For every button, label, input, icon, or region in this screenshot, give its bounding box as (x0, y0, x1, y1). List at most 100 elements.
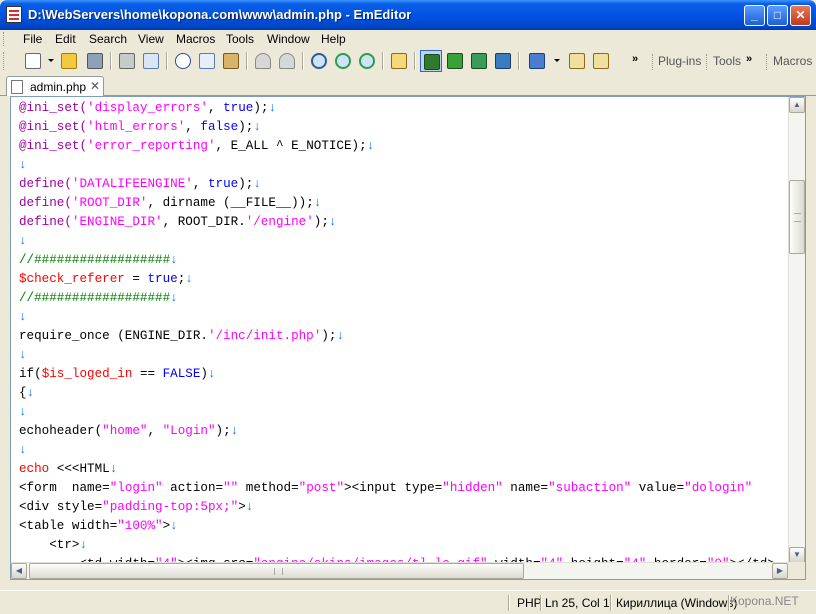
plugins-toolbar-label[interactable]: Plug-ins (658, 54, 701, 68)
browser-icon[interactable] (492, 50, 514, 72)
toolbar-separator (414, 52, 415, 70)
code-line[interactable]: @ini_set('display_errors', true);↓ (19, 99, 789, 118)
paste-icon[interactable] (220, 50, 242, 72)
code-line[interactable]: $check_referer = true;↓ (19, 270, 789, 289)
vertical-scroll-thumb[interactable] (789, 180, 805, 254)
code-token: method= (238, 481, 299, 495)
code-line[interactable]: define('ROOT_DIR', dirname (__FILE__));↓ (19, 194, 789, 213)
code-line[interactable]: //##################↓ (19, 289, 789, 308)
status-position[interactable]: Ln 25, Col 1 (545, 596, 610, 610)
save-icon[interactable] (84, 50, 106, 72)
tab-close-icon[interactable]: ✕ (90, 79, 100, 93)
code-token: ); (238, 177, 254, 191)
print-preview-icon[interactable] (140, 50, 162, 72)
show-outline-icon[interactable] (420, 50, 442, 72)
emeditor-app-icon[interactable] (6, 6, 22, 23)
code-line[interactable]: <tr>↓ (19, 536, 789, 555)
code-line[interactable]: echo <<<HTML↓ (19, 460, 789, 479)
maximize-button[interactable]: □ (767, 5, 788, 26)
vertical-scrollbar[interactable]: ▲ ▼ (788, 97, 805, 563)
tools-toolbar-label[interactable]: Tools (713, 54, 741, 68)
redo-icon[interactable] (276, 50, 298, 72)
toolbar-separator (302, 52, 303, 70)
code-line[interactable]: <table width="100%">↓ (19, 517, 789, 536)
code-line[interactable]: <td width="4"><img src="engine/skins/ima… (19, 555, 789, 562)
code-line[interactable]: ↓ (19, 346, 789, 365)
properties-icon[interactable] (566, 50, 588, 72)
line-break-marker-icon: ↓ (253, 120, 261, 134)
close-button[interactable]: ✕ (790, 5, 811, 26)
find-in-files-icon[interactable] (388, 50, 410, 72)
horizontal-scrollbar[interactable]: ◀ ▶ (11, 562, 788, 579)
code-token: <div style= (19, 500, 103, 514)
code-line[interactable]: //##################↓ (19, 251, 789, 270)
scroll-down-arrow-icon[interactable]: ▼ (789, 547, 805, 563)
code-line[interactable]: require_once (ENGINE_DIR.'/inc/init.php'… (19, 327, 789, 346)
refresh-icon[interactable] (468, 50, 490, 72)
configuration-icon[interactable] (526, 50, 548, 72)
toolbar-separator (166, 52, 167, 70)
menu-window[interactable]: Window (267, 32, 310, 46)
code-token: @ini_set( (19, 139, 88, 153)
scroll-up-arrow-icon[interactable]: ▲ (789, 97, 805, 113)
open-file-icon[interactable] (58, 50, 80, 72)
find-next-icon[interactable] (332, 50, 354, 72)
code-token: , (207, 101, 224, 115)
code-line[interactable]: @ini_set('html_errors', false);↓ (19, 118, 789, 137)
code-token: "" (223, 481, 239, 495)
tools-overflow-chevron-icon[interactable]: » (746, 53, 752, 65)
code-token: $check_referer (19, 272, 125, 286)
macros-toolbar-grip[interactable] (766, 54, 769, 70)
code-line[interactable]: define('DATALIFEENGINE', true);↓ (19, 175, 789, 194)
code-line[interactable]: ↓ (19, 441, 789, 460)
menu-macros[interactable]: Macros (176, 32, 215, 46)
code-editor[interactable]: @ini_set('display_errors', true);↓ @ini_s… (10, 96, 806, 580)
copy-icon[interactable] (196, 50, 218, 72)
code-token: "Login" (162, 424, 216, 438)
code-line[interactable]: @ini_set('error_reporting', E_ALL ^ E_NO… (19, 137, 789, 156)
cut-icon[interactable] (172, 50, 194, 72)
new-file-icon[interactable] (22, 50, 44, 72)
code-line[interactable]: ↓ (19, 232, 789, 251)
print-icon[interactable] (116, 50, 138, 72)
title-bar[interactable]: D:\WebServers\home\kopona.com\www\admin.… (0, 0, 816, 30)
customize-icon[interactable] (590, 50, 612, 72)
menu-search[interactable]: Search (89, 32, 127, 46)
toolbar-overflow-chevron-icon[interactable]: » (632, 53, 638, 65)
horizontal-scroll-thumb[interactable] (29, 563, 524, 579)
macros-toolbar-label[interactable]: Macros (773, 54, 812, 68)
menu-tools[interactable]: Tools (226, 32, 254, 46)
find-previous-icon[interactable] (356, 50, 378, 72)
menu-edit[interactable]: Edit (55, 32, 76, 46)
code-line[interactable]: ↓ (19, 156, 789, 175)
code-line[interactable]: <form name="login" action="" method="pos… (19, 479, 789, 498)
minimize-button[interactable]: _ (744, 5, 765, 26)
menu-file[interactable]: File (23, 32, 42, 46)
code-line[interactable]: if($is_loged_in == FALSE)↓ (19, 365, 789, 384)
word-wrap-icon[interactable] (444, 50, 466, 72)
menu-view[interactable]: View (138, 32, 164, 46)
scroll-right-arrow-icon[interactable]: ▶ (772, 563, 788, 579)
status-mode[interactable]: PHP (517, 596, 542, 610)
tab-admin-php[interactable]: admin.php ✕ (6, 76, 104, 96)
code-line[interactable]: define('ENGINE_DIR', ROOT_DIR.'/engine')… (19, 213, 789, 232)
scroll-left-arrow-icon[interactable]: ◀ (11, 563, 27, 579)
line-break-marker-icon: ↓ (185, 272, 193, 286)
menu-grip[interactable] (3, 32, 6, 46)
code-line[interactable]: ↓ (19, 308, 789, 327)
toolbar-grip[interactable] (3, 52, 6, 70)
code-text-area[interactable]: @ini_set('display_errors', true);↓ @ini_s… (19, 99, 789, 562)
find-icon[interactable] (308, 50, 330, 72)
status-encoding[interactable]: Кириллица (Windows) (616, 596, 737, 610)
menu-help[interactable]: Help (321, 32, 346, 46)
code-line[interactable]: <div style="padding-top:5px;">↓ (19, 498, 789, 517)
configuration-dropdown-icon[interactable] (554, 59, 560, 62)
plugins-toolbar-grip[interactable] (652, 54, 655, 70)
code-line[interactable]: {↓ (19, 384, 789, 403)
code-line[interactable]: echoheader("home", "Login");↓ (19, 422, 789, 441)
undo-icon[interactable] (252, 50, 274, 72)
new-dropdown-icon[interactable] (48, 59, 54, 62)
tools-toolbar-grip[interactable] (706, 54, 709, 70)
code-line[interactable]: ↓ (19, 403, 789, 422)
code-token: ); (321, 329, 337, 343)
